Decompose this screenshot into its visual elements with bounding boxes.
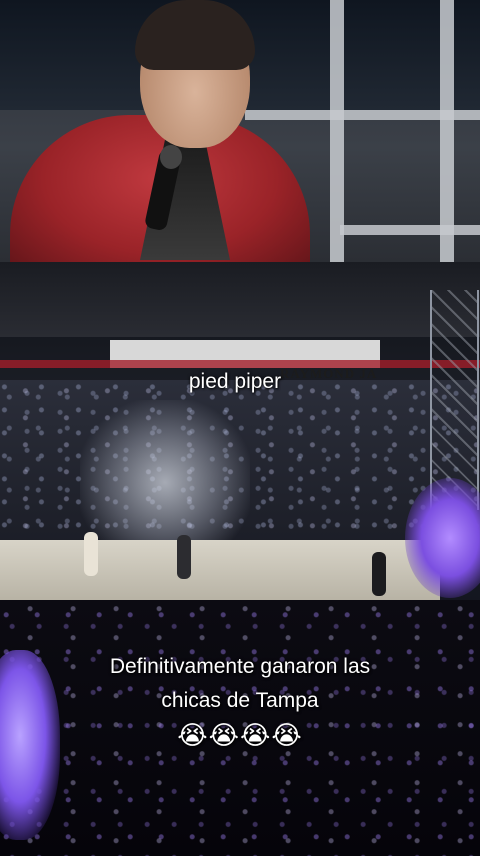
caption-line: Definitivamente ganaron las bbox=[109, 655, 371, 678]
truss-beam bbox=[340, 225, 480, 235]
caption-title: pied piper bbox=[188, 370, 282, 393]
truss-beam bbox=[245, 110, 480, 120]
microphone-head bbox=[160, 145, 182, 169]
performer-figure bbox=[84, 532, 98, 576]
caption-line: chicas de Tampa bbox=[161, 689, 319, 712]
banner-stripe bbox=[0, 360, 480, 368]
crying-emoji-line: 😭😭😭😭 bbox=[177, 720, 303, 750]
crew-figure bbox=[372, 552, 386, 596]
jumbotron-screen bbox=[0, 0, 480, 268]
stage-smoke bbox=[80, 400, 250, 550]
performer-figure bbox=[177, 535, 191, 579]
lighting-tower bbox=[430, 290, 479, 510]
caption-text: Definitivamente ganaron las chicas de Ta… bbox=[20, 650, 460, 752]
stadium-roof bbox=[0, 262, 480, 337]
video-frame: RAYMOND JA pied piper Definitivamente ga… bbox=[0, 0, 480, 856]
